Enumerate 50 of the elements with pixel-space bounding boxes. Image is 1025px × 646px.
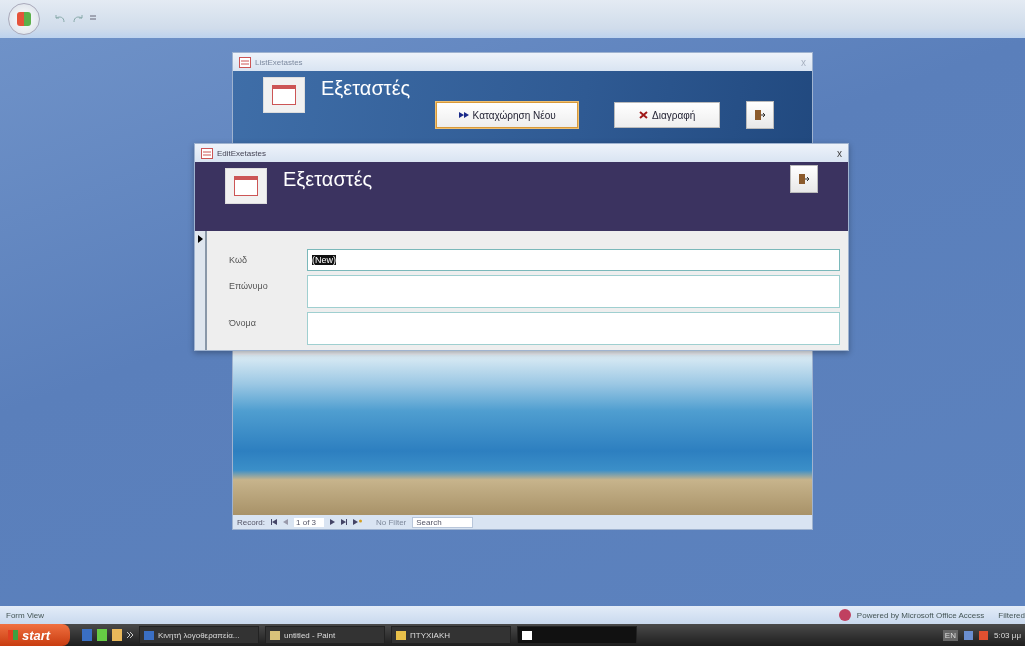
undo-icon[interactable] [54, 14, 66, 24]
delete-button[interactable]: Διαγραφή [614, 102, 721, 128]
first-record-icon[interactable] [271, 519, 277, 525]
input-field[interactable] [307, 312, 840, 345]
office-button[interactable] [8, 3, 40, 35]
redo-icon[interactable] [72, 14, 84, 24]
window-title: EditExetastes [217, 148, 267, 158]
record-position-field[interactable]: 1 of 3 [294, 517, 325, 527]
window-title: ListExetastes [255, 57, 304, 67]
previous-record-icon[interactable] [283, 519, 288, 525]
windows-flag-icon [8, 630, 18, 640]
record-label: Record: [237, 517, 265, 527]
new-record-icon[interactable] [353, 519, 363, 525]
dropdown-icon[interactable] [90, 15, 96, 23]
filter-status: Filtered [998, 610, 1025, 620]
delete-icon [639, 111, 649, 119]
exit-button[interactable] [746, 101, 775, 129]
field-label: Επώνυμο [229, 280, 269, 291]
exit-button[interactable] [790, 165, 818, 193]
taskbar-button[interactable]: untitled - Paint [265, 626, 385, 644]
chevron-icon[interactable] [127, 632, 133, 638]
form-heading: Εξεταστές [283, 168, 373, 191]
last-record-icon[interactable] [341, 519, 348, 525]
form-icon [263, 77, 305, 113]
form-icon [225, 168, 267, 204]
new-record-button[interactable]: Καταχώρηση Νέου [436, 102, 579, 128]
input-field[interactable] [307, 275, 840, 308]
powered-by-text: Powered by Microsoft Office Access [856, 610, 985, 620]
access-logo-icon [838, 609, 851, 621]
close-button[interactable]: x [837, 147, 842, 159]
search-field[interactable]: Search [412, 516, 473, 528]
record-selector[interactable] [195, 231, 207, 350]
form-icon [201, 147, 213, 159]
language-indicator[interactable]: EN [942, 629, 958, 641]
field-label: Κωδ [229, 254, 248, 265]
form-icon [239, 56, 251, 68]
clock: 5:03 μμ [994, 630, 1021, 640]
taskbar-button[interactable]: ΠΤΥΧΙΑΚΗ [391, 626, 511, 644]
taskbar-button[interactable]: Κινητή λογοθεραπεία... [139, 626, 259, 644]
form-heading: Εξεταστές [321, 77, 411, 100]
start-button[interactable]: start [0, 624, 70, 646]
field-label: Όνομα [229, 317, 257, 328]
door-icon [754, 109, 767, 121]
next-record-icon[interactable] [330, 519, 336, 525]
door-icon [798, 173, 810, 185]
view-status: Form View [6, 610, 45, 620]
input-field[interactable]: (New) [307, 249, 840, 271]
arrows-icon [458, 112, 469, 118]
taskbar-button[interactable] [517, 626, 637, 644]
current-record-icon [197, 235, 203, 243]
